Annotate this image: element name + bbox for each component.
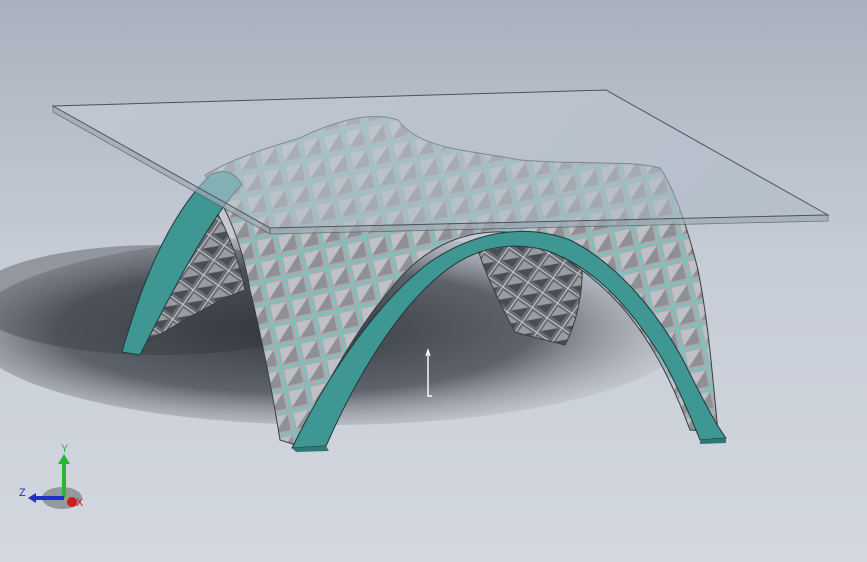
- reference-triad[interactable]: Y Z X: [14, 440, 94, 520]
- x-axis-label: X: [76, 497, 84, 509]
- y-arrow-icon: [58, 454, 70, 464]
- z-arrow-icon: [28, 493, 36, 503]
- mouse-pointer-icon: [425, 348, 432, 397]
- glass-tabletop: [51, 89, 830, 235]
- model-view[interactable]: [0, 0, 867, 562]
- z-axis-label: Z: [19, 487, 26, 499]
- graphics-viewport[interactable]: Y Z X: [0, 0, 867, 562]
- y-axis-label: Y: [61, 443, 69, 455]
